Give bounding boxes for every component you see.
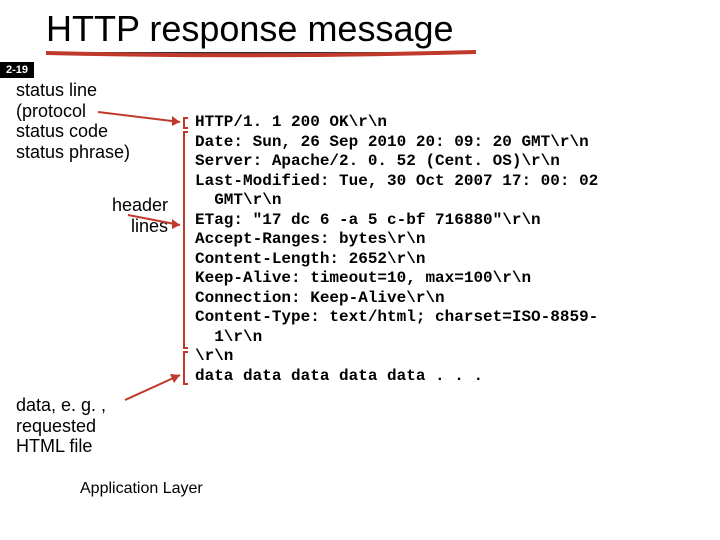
slide-number-badge: 2-19 [0,62,34,78]
annotation-data-body: data, e. g. , requested HTML file [16,395,166,457]
http-response-code: HTTP/1. 1 200 OK\r\n Date: Sun, 26 Sep 2… [195,113,705,386]
footer-text: Application Layer [80,480,203,498]
slide-title: HTTP response message [46,8,454,54]
annotation-status-line: status line (protocol status code status… [16,80,166,163]
annotation-header-lines: header lines [68,195,168,236]
title-underline-accent [46,50,476,58]
